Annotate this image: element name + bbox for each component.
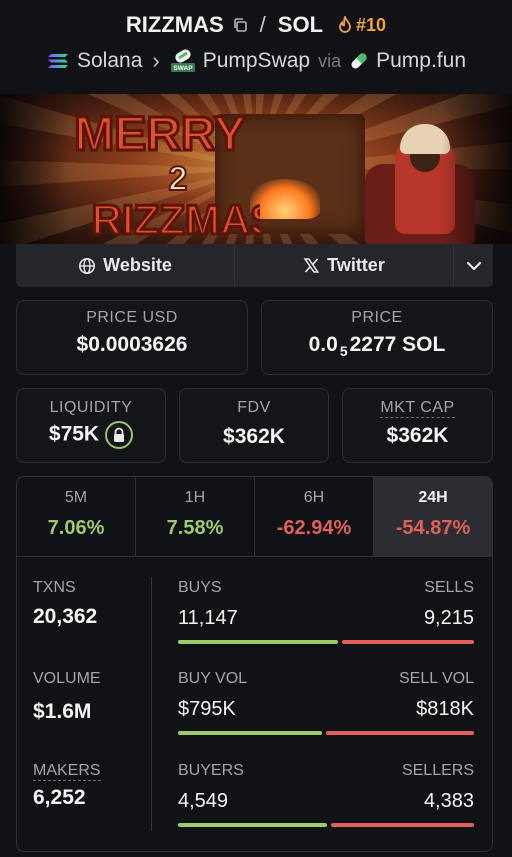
tab-6h[interactable]: 6H -62.94% bbox=[254, 477, 373, 556]
sells-bar bbox=[342, 640, 474, 644]
mktcap-value: $362K bbox=[386, 424, 449, 447]
tab-1h[interactable]: 1H 7.58% bbox=[135, 477, 254, 556]
makers-value: 6,252 bbox=[33, 786, 86, 809]
twitter-label: Twitter bbox=[327, 255, 385, 275]
buyers-sellers: BUYERS SELLERS 4,549 4,383 bbox=[178, 762, 474, 827]
liquidity-card: LIQUIDITY $75K bbox=[16, 388, 166, 463]
twitter-button[interactable]: Twitter bbox=[234, 244, 453, 287]
launchpad-name: Pump.fun bbox=[376, 49, 466, 72]
breadcrumb: Solana › SWAP PumpSwap via Pump.fun bbox=[0, 48, 512, 74]
fdv-value: $362K bbox=[223, 425, 285, 448]
x-logo-icon bbox=[303, 258, 320, 273]
tab-24h[interactable]: 24H -54.87% bbox=[373, 477, 492, 556]
price-zero-count: 5 bbox=[339, 343, 348, 359]
svg-text:RIZZMAS: RIZZMAS bbox=[92, 196, 260, 238]
change-6h: -62.94% bbox=[276, 517, 352, 539]
more-links-button[interactable] bbox=[453, 244, 493, 287]
tab-5m[interactable]: 5M 7.06% bbox=[17, 477, 135, 556]
buys-sells-bar bbox=[178, 640, 474, 644]
txns-stat: TXNS 20,362 bbox=[33, 579, 98, 628]
globe-icon bbox=[79, 257, 96, 274]
svg-text:2: 2 bbox=[169, 160, 188, 198]
stats-panel: 5M 7.06% 1H 7.58% 6H -62.94% 24H -54.87%… bbox=[16, 476, 493, 852]
sellers-bar bbox=[331, 823, 474, 827]
website-label: Website bbox=[103, 255, 172, 275]
via-label: via bbox=[318, 50, 342, 71]
quote-symbol: SOL bbox=[277, 12, 324, 37]
buyvol-sellvol: BUY VOL SELL VOL $795K $818K bbox=[178, 670, 474, 735]
volume-stat: VOLUME $1.6M bbox=[33, 670, 101, 723]
launchpad-link[interactable]: Pump.fun bbox=[349, 49, 466, 73]
makers-stat: MAKERS 6,252 bbox=[33, 762, 101, 810]
pair-header: RIZZMAS / SOL #10 Solana › SWAP PumpSwap… bbox=[0, 0, 512, 94]
dex-link[interactable]: SWAP PumpSwap bbox=[170, 49, 310, 73]
lock-icon[interactable] bbox=[105, 421, 134, 449]
fdv-card: FDV $362K bbox=[179, 388, 329, 463]
buyers-bar-track bbox=[178, 823, 474, 827]
chevron-down-icon bbox=[466, 261, 481, 270]
buyers-value: 4,549 bbox=[178, 790, 229, 812]
sellers-value: 4,383 bbox=[423, 790, 474, 812]
price-usd-value: $0.0003626 bbox=[76, 333, 188, 356]
stats-divider bbox=[151, 577, 152, 831]
sellvol-value: $818K bbox=[416, 698, 474, 720]
price-native-value: 0.0 52277 SOL bbox=[308, 333, 446, 359]
pumpswap-icon: SWAP bbox=[170, 49, 195, 72]
pair-separator: / bbox=[259, 12, 266, 37]
change-1h: 7.58% bbox=[166, 517, 224, 539]
chain-name: Solana bbox=[76, 49, 143, 72]
sells-value: 9,215 bbox=[423, 607, 474, 629]
liquidity-value: $75K bbox=[48, 422, 100, 446]
website-button[interactable]: Website bbox=[16, 244, 234, 287]
mktcap-card: MKT CAP $362K bbox=[342, 388, 493, 463]
buys-value: 11,147 bbox=[178, 607, 238, 629]
price-native-card: PRICE 0.0 52277 SOL bbox=[261, 300, 493, 375]
dex-name: PumpSwap bbox=[202, 49, 311, 72]
txns-value: 20,362 bbox=[33, 605, 98, 628]
token-banner: MERRY 2 RIZZMAS bbox=[0, 94, 512, 244]
trending-rank[interactable]: #10 bbox=[337, 15, 386, 36]
price-usd-label: PRICE USD bbox=[86, 309, 178, 326]
volume-bar bbox=[178, 731, 474, 735]
rank-number: #10 bbox=[356, 14, 387, 35]
social-links: Website Twitter bbox=[16, 244, 493, 287]
change-5m: 7.06% bbox=[47, 517, 105, 539]
sellvol-bar bbox=[326, 731, 474, 735]
makers-label[interactable]: MAKERS bbox=[33, 762, 101, 781]
base-symbol: RIZZMAS bbox=[125, 12, 224, 37]
change-24h: -54.87% bbox=[395, 517, 471, 539]
buyers-bar bbox=[178, 823, 327, 827]
banner-logo: MERRY 2 RIZZMAS bbox=[73, 107, 260, 239]
buys-sells: BUYS SELLS 11,147 9,215 bbox=[178, 579, 474, 644]
buyvol-value: $795K bbox=[178, 698, 236, 720]
price-usd-card: PRICE USD $0.0003626 bbox=[16, 300, 248, 375]
chain-link[interactable]: Solana bbox=[46, 49, 142, 73]
mktcap-label[interactable]: MKT CAP bbox=[380, 399, 455, 418]
svg-text:MERRY: MERRY bbox=[74, 108, 246, 161]
buys-bar bbox=[178, 640, 338, 644]
fdv-label: FDV bbox=[237, 399, 271, 416]
buyvol-bar bbox=[178, 731, 322, 735]
liquidity-label: LIQUIDITY bbox=[49, 399, 133, 416]
fire bbox=[250, 179, 320, 219]
flame-icon bbox=[339, 16, 351, 33]
svg-text:SWAP: SWAP bbox=[173, 65, 193, 72]
pair-title: RIZZMAS / SOL #10 bbox=[0, 12, 512, 38]
timeframe-tabs: 5M 7.06% 1H 7.58% 6H -62.94% 24H -54.87% bbox=[17, 477, 492, 557]
copy-icon[interactable] bbox=[232, 17, 248, 33]
chevron-right-icon: › bbox=[152, 48, 160, 73]
pill-icon bbox=[351, 53, 367, 69]
volume-value: $1.6M bbox=[33, 700, 92, 723]
price-native-label: PRICE bbox=[351, 309, 403, 326]
stats-grid: TXNS 20,362 VOLUME $1.6M MAKERS 6,252 BU… bbox=[17, 557, 492, 851]
solana-icon bbox=[47, 54, 68, 68]
